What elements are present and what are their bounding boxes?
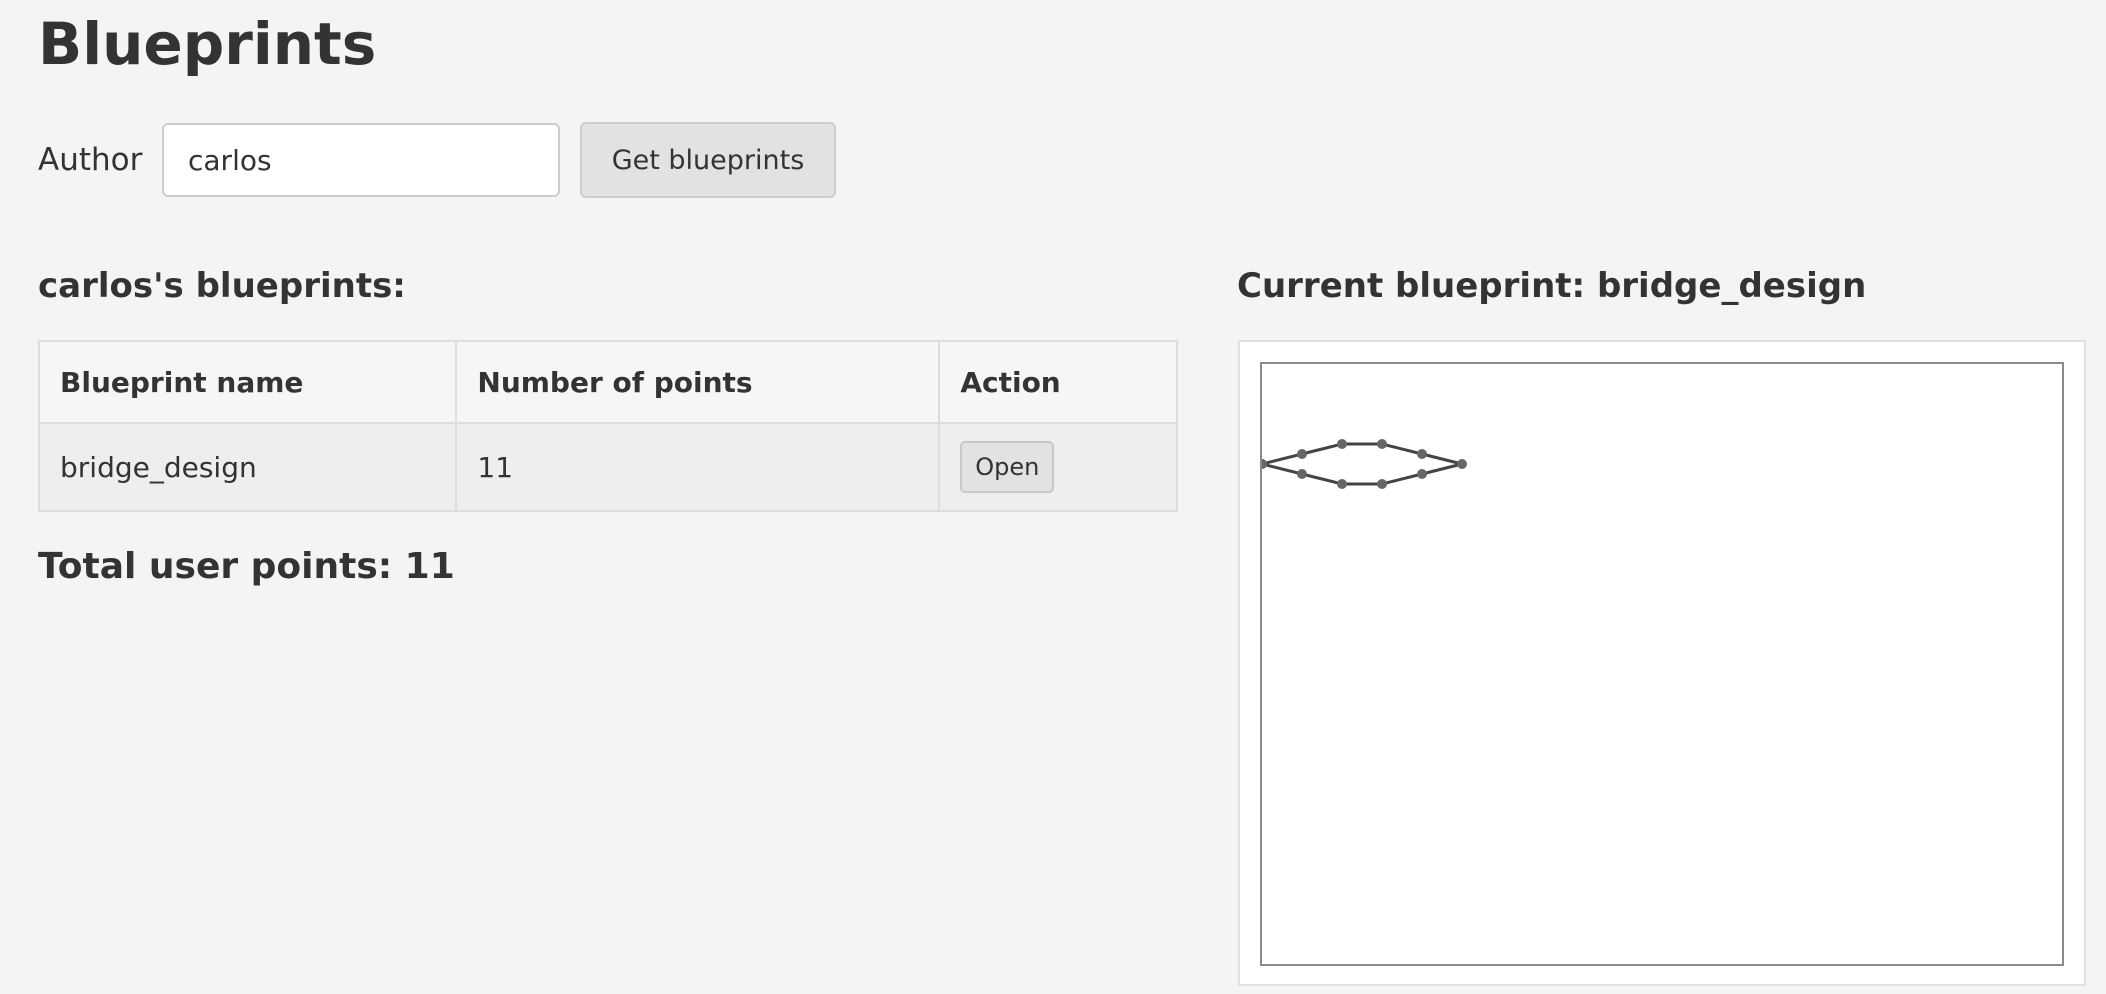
blueprint-point — [1337, 439, 1347, 449]
author-input[interactable] — [162, 123, 560, 197]
action-cell: Open — [938, 422, 1178, 512]
blueprint-drawing — [1262, 439, 1467, 489]
blueprint-point — [1297, 469, 1307, 479]
blueprint-path — [1262, 442, 1463, 486]
blueprint-point — [1297, 449, 1307, 459]
get-blueprints-button[interactable]: Get blueprints — [580, 122, 836, 198]
blueprints-table: Blueprint name Number of points Action b… — [37, 340, 1178, 512]
blueprint-canvas[interactable] — [1260, 362, 2064, 966]
blueprint-point — [1262, 459, 1267, 469]
blueprint-name-cell: bridge_design — [37, 422, 458, 512]
column-header-number-of-points: Number of points — [455, 340, 941, 424]
table-row: bridge_design 11 Open — [37, 422, 1178, 512]
page-title: Blueprints — [38, 10, 377, 78]
column-header-blueprint-name: Blueprint name — [37, 340, 458, 424]
column-header-action: Action — [938, 340, 1178, 424]
blueprints-heading: carlos's blueprints: — [38, 266, 406, 306]
number-of-points-cell: 11 — [455, 422, 941, 512]
author-label: Author — [38, 142, 143, 178]
blueprint-point — [1457, 459, 1467, 469]
blueprint-point — [1417, 449, 1427, 459]
blueprint-point — [1377, 439, 1387, 449]
blueprint-point — [1337, 479, 1347, 489]
author-form: Author Get blueprints — [38, 122, 836, 198]
table-header-row: Blueprint name Number of points Action — [37, 340, 1178, 424]
blueprint-point — [1417, 469, 1427, 479]
canvas-frame — [1238, 340, 2086, 986]
open-button[interactable]: Open — [960, 441, 1055, 493]
blueprint-point — [1377, 479, 1387, 489]
total-user-points: Total user points: 11 — [38, 546, 455, 587]
current-blueprint-heading: Current blueprint: bridge_design — [1237, 266, 1867, 306]
